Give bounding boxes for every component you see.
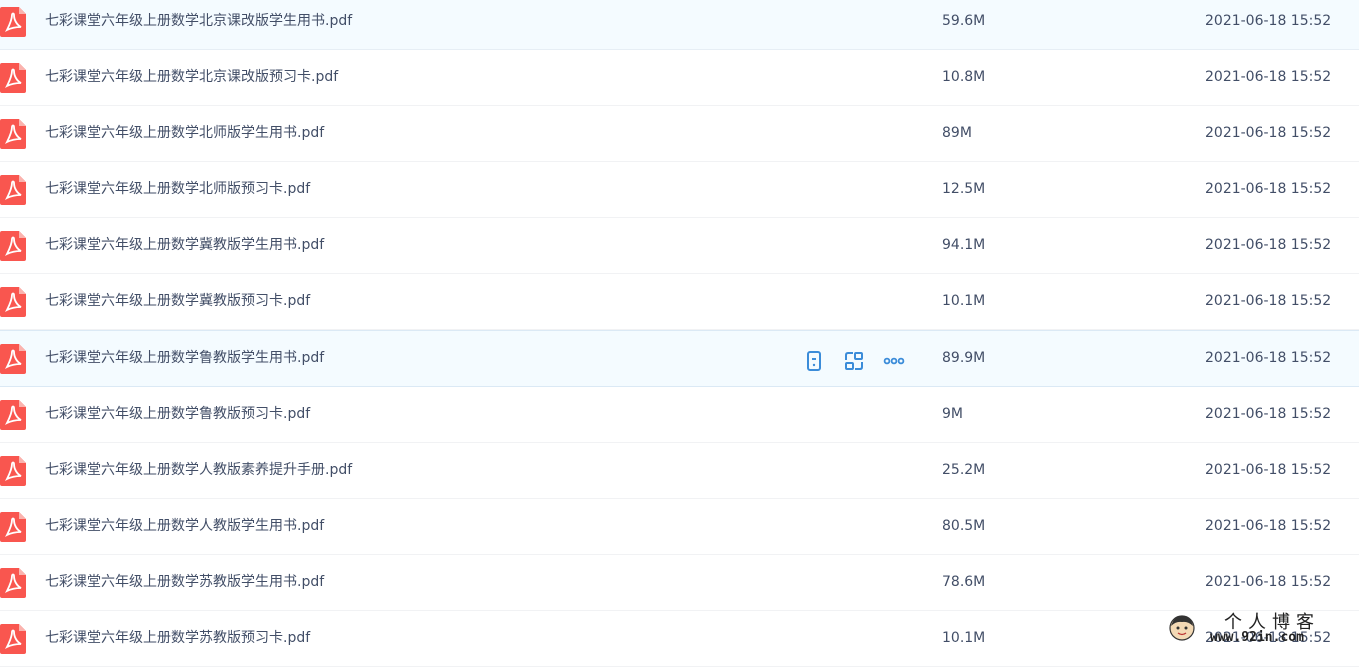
file-size: 89.9M xyxy=(942,350,986,366)
file-list: 七彩课堂六年级上册数学北京课改版学生用书.pdf 59.6M 2021-06-1… xyxy=(0,0,1359,667)
pdf-file-icon xyxy=(0,7,26,37)
file-name[interactable]: 七彩课堂六年级上册数学北京课改版预习卡.pdf xyxy=(45,50,338,105)
file-size: 78.6M xyxy=(942,574,986,590)
file-size: 94.1M xyxy=(942,237,986,253)
pdf-file-icon xyxy=(0,568,26,598)
file-modified-time: 2021-06-18 15:52 xyxy=(1205,237,1332,253)
file-name[interactable]: 七彩课堂六年级上册数学苏教版预习卡.pdf xyxy=(45,611,310,666)
pdf-file-icon xyxy=(0,287,26,317)
file-name[interactable]: 七彩课堂六年级上册数学人教版素养提升手册.pdf xyxy=(45,443,352,498)
file-name[interactable]: 七彩课堂六年级上册数学北京课改版学生用书.pdf xyxy=(45,0,352,49)
file-size: 10.1M xyxy=(942,293,986,309)
watermark: 个人博客 www.92in.com xyxy=(1166,608,1359,652)
file-size: 89M xyxy=(942,125,972,141)
file-row[interactable]: 七彩课堂六年级上册数学鲁教版预习卡.pdf 9M 2021-06-18 15:5… xyxy=(0,387,1359,443)
file-name[interactable]: 七彩课堂六年级上册数学冀教版预习卡.pdf xyxy=(45,274,310,329)
file-modified-time: 2021-06-18 15:52 xyxy=(1205,574,1332,590)
avatar-icon xyxy=(1169,615,1195,641)
file-modified-time: 2021-06-18 15:52 xyxy=(1205,181,1332,197)
file-name[interactable]: 七彩课堂六年级上册数学鲁教版学生用书.pdf xyxy=(45,331,324,386)
file-modified-time: 2021-06-18 15:52 xyxy=(1205,69,1332,85)
file-name[interactable]: 七彩课堂六年级上册数学苏教版学生用书.pdf xyxy=(45,555,324,610)
file-name[interactable]: 七彩课堂六年级上册数学北师版学生用书.pdf xyxy=(45,106,324,161)
pdf-file-icon xyxy=(0,512,26,542)
watermark-url: www.92in.com xyxy=(1210,630,1304,645)
file-modified-time: 2021-06-18 15:52 xyxy=(1205,406,1332,422)
file-row-hovered[interactable]: 七彩课堂六年级上册数学鲁教版学生用书.pdf 89.9M 2021-06-18 … xyxy=(0,330,1359,387)
file-modified-time: 2021-06-18 15:52 xyxy=(1205,125,1332,141)
file-row[interactable]: 七彩课堂六年级上册数学苏教版学生用书.pdf 78.6M 2021-06-18 … xyxy=(0,555,1359,611)
file-modified-time: 2021-06-18 15:52 xyxy=(1205,13,1332,29)
file-row[interactable]: 七彩课堂六年级上册数学人教版学生用书.pdf 80.5M 2021-06-18 … xyxy=(0,499,1359,555)
file-modified-time: 2021-06-18 15:52 xyxy=(1205,518,1332,534)
more-icon[interactable] xyxy=(882,349,906,373)
file-row[interactable]: 七彩课堂六年级上册数学人教版素养提升手册.pdf 25.2M 2021-06-1… xyxy=(0,443,1359,499)
file-modified-time: 2021-06-18 15:52 xyxy=(1205,350,1332,366)
file-row[interactable]: 七彩课堂六年级上册数学冀教版预习卡.pdf 10.1M 2021-06-18 1… xyxy=(0,274,1359,330)
pdf-file-icon xyxy=(0,231,26,261)
file-name[interactable]: 七彩课堂六年级上册数学人教版学生用书.pdf xyxy=(45,499,324,554)
file-size: 25.2M xyxy=(942,462,986,478)
file-name[interactable]: 七彩课堂六年级上册数学北师版预习卡.pdf xyxy=(45,162,310,217)
file-size: 10.1M xyxy=(942,630,986,646)
file-row[interactable]: 七彩课堂六年级上册数学北京课改版学生用书.pdf 59.6M 2021-06-1… xyxy=(0,0,1359,50)
file-row[interactable]: 七彩课堂六年级上册数学北师版学生用书.pdf 89M 2021-06-18 15… xyxy=(0,106,1359,162)
pdf-file-icon xyxy=(0,119,26,149)
file-row[interactable]: 七彩课堂六年级上册数学北京课改版预习卡.pdf 10.8M 2021-06-18… xyxy=(0,50,1359,106)
file-size: 12.5M xyxy=(942,181,986,197)
phone-icon[interactable] xyxy=(802,349,826,373)
pdf-file-icon xyxy=(0,175,26,205)
file-row[interactable]: 七彩课堂六年级上册数学苏教版预习卡.pdf 10.1M 2021-06-18 1… xyxy=(0,611,1359,667)
file-size: 9M xyxy=(942,406,963,422)
file-name[interactable]: 七彩课堂六年级上册数学冀教版学生用书.pdf xyxy=(45,218,324,273)
file-size: 80.5M xyxy=(942,518,986,534)
file-row[interactable]: 七彩课堂六年级上册数学冀教版学生用书.pdf 94.1M 2021-06-18 … xyxy=(0,218,1359,274)
file-row[interactable]: 七彩课堂六年级上册数学北师版预习卡.pdf 12.5M 2021-06-18 1… xyxy=(0,162,1359,218)
pdf-file-icon xyxy=(0,624,26,654)
file-name[interactable]: 七彩课堂六年级上册数学鲁教版预习卡.pdf xyxy=(45,387,310,442)
share-link-icon[interactable] xyxy=(842,349,866,373)
file-modified-time: 2021-06-18 15:52 xyxy=(1205,293,1332,309)
file-modified-time: 2021-06-18 15:52 xyxy=(1205,462,1332,478)
pdf-file-icon xyxy=(0,344,26,374)
pdf-file-icon xyxy=(0,456,26,486)
file-size: 59.6M xyxy=(942,13,986,29)
pdf-file-icon xyxy=(0,63,26,93)
file-size: 10.8M xyxy=(942,69,986,85)
pdf-file-icon xyxy=(0,400,26,430)
